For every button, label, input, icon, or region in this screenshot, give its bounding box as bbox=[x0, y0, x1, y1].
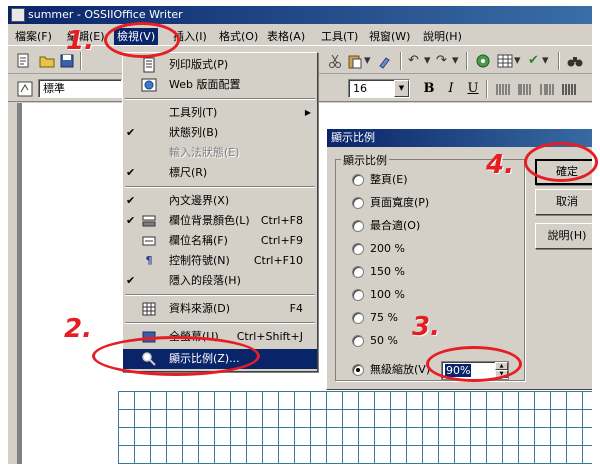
menu-field-shading[interactable]: ✔ 欄位背景顏色(L) Ctrl+F8 bbox=[123, 211, 317, 231]
paragraph-style-combo[interactable]: 標準 bbox=[38, 79, 122, 98]
page-grid bbox=[118, 391, 592, 464]
menu-ruler[interactable]: ✔ 標尺(R) bbox=[123, 163, 317, 183]
spellcheck-dropdown-icon[interactable]: ▾ bbox=[542, 52, 549, 70]
justify-icon[interactable] bbox=[560, 80, 578, 98]
annotation-circle-ok-button bbox=[524, 142, 598, 182]
submenu-arrow-icon: ▶ bbox=[304, 108, 311, 117]
data-source-icon bbox=[142, 302, 156, 316]
paste-icon[interactable] bbox=[346, 52, 364, 70]
menu-status-bar[interactable]: ✔ 狀態列(B) bbox=[123, 123, 317, 143]
menu-formatting-marks[interactable]: ¶ 控制符號(N) Ctrl+F10 bbox=[123, 251, 317, 271]
menu-separator bbox=[125, 98, 315, 100]
font-size-value: 16 bbox=[353, 82, 367, 95]
web-layout-icon bbox=[141, 78, 157, 92]
menu-bar: 檔案(F) 編輯(E) 檢視(V) 插入(I) 格式(O) 表格(A) 工具(T… bbox=[8, 26, 592, 46]
app-icon bbox=[11, 8, 25, 22]
menu-window[interactable]: 視窗(W) bbox=[366, 28, 413, 45]
italic-button[interactable]: I bbox=[442, 80, 460, 98]
menu-separator bbox=[125, 186, 315, 188]
view-menu-dropdown: 列印版式(P) Web 版面配置 工具列(T) ▶ ✔ 狀態列(B) 輸入法狀態… bbox=[122, 52, 318, 372]
font-size-combo[interactable]: 16 ▼ bbox=[348, 79, 410, 98]
radio-button[interactable] bbox=[352, 335, 364, 347]
undo-icon[interactable]: ↶ bbox=[408, 52, 419, 70]
checkmark-icon: ✔ bbox=[126, 166, 136, 179]
redo-icon[interactable]: ↷ bbox=[436, 52, 447, 70]
menu-text-boundaries[interactable]: ✔ 內文邊界(X) bbox=[123, 191, 317, 211]
menu-table[interactable]: 表格(A) bbox=[264, 28, 308, 45]
annotation-circle-zoom-value bbox=[426, 346, 522, 382]
navigator-icon[interactable] bbox=[474, 52, 492, 70]
menu-toolbars[interactable]: 工具列(T) ▶ bbox=[123, 103, 317, 123]
toolbar-separator bbox=[466, 52, 468, 70]
styles-icon[interactable] bbox=[16, 80, 34, 98]
radio-button[interactable] bbox=[352, 197, 364, 209]
find-binoculars-icon[interactable] bbox=[566, 52, 584, 70]
field-names-icon bbox=[142, 236, 156, 246]
redo-dropdown-icon[interactable]: ▾ bbox=[452, 52, 459, 70]
menu-input-method-status: 輸入法狀態(E) bbox=[169, 146, 240, 159]
menu-field-names[interactable]: 欄位名稱(F) Ctrl+F9 bbox=[123, 231, 317, 251]
annotation-circle-zoom-item bbox=[92, 336, 260, 376]
zoom-group-label: 顯示比例 bbox=[341, 152, 389, 168]
menu-data-sources[interactable]: 資料來源(D) F4 bbox=[123, 299, 317, 319]
menu-file[interactable]: 檔案(F) bbox=[12, 28, 55, 45]
toolbar-separator bbox=[558, 52, 560, 70]
pilcrow-icon: ¶ bbox=[145, 254, 153, 267]
menu-tools[interactable]: 工具(T) bbox=[318, 28, 361, 45]
checkmark-icon: ✔ bbox=[126, 274, 136, 287]
spellcheck-icon[interactable]: ✔ bbox=[528, 52, 539, 70]
insert-table-icon[interactable] bbox=[496, 52, 514, 70]
underline-button[interactable]: U bbox=[464, 80, 482, 98]
paste-dropdown-icon[interactable]: ▾ bbox=[364, 52, 371, 70]
menu-web-layout[interactable]: Web 版面配置 bbox=[123, 75, 317, 95]
open-folder-icon[interactable] bbox=[38, 52, 56, 70]
align-right-icon[interactable] bbox=[538, 80, 556, 98]
radio-button-selected[interactable] bbox=[352, 364, 364, 376]
align-left-icon[interactable] bbox=[494, 80, 512, 98]
annotation-circle-view-menu bbox=[104, 22, 180, 58]
annotation-step-1: 1. bbox=[66, 26, 94, 56]
new-document-icon[interactable] bbox=[14, 52, 32, 70]
print-layout-icon bbox=[143, 57, 155, 73]
radio-button[interactable] bbox=[352, 174, 364, 186]
menu-hidden-paragraphs[interactable]: ✔ 隱入的段落(H) bbox=[123, 271, 317, 291]
menu-format[interactable]: 格式(O) bbox=[216, 28, 261, 45]
annotation-step-2: 2. bbox=[64, 314, 92, 344]
menu-print-layout[interactable]: 列印版式(P) bbox=[123, 55, 317, 75]
undo-dropdown-icon[interactable]: ▾ bbox=[424, 52, 431, 70]
menu-help[interactable]: 說明(H) bbox=[420, 28, 465, 45]
annotation-step-3: 3. bbox=[412, 312, 440, 342]
table-dropdown-icon[interactable]: ▾ bbox=[514, 52, 521, 70]
vertical-ruler bbox=[8, 103, 18, 464]
format-paintbrush-icon[interactable] bbox=[376, 52, 394, 70]
writer-window: summer - OSSIIOffice Writer 檔案(F) 編輯(E) … bbox=[8, 6, 592, 464]
cut-icon[interactable] bbox=[326, 52, 344, 70]
menu-separator bbox=[125, 322, 315, 324]
window-title: summer - OSSIIOffice Writer bbox=[28, 8, 183, 21]
paragraph-style-value: 標準 bbox=[43, 82, 65, 95]
menu-separator bbox=[125, 294, 315, 296]
field-shading-icon bbox=[142, 215, 156, 227]
radio-button[interactable] bbox=[352, 220, 364, 232]
checkmark-icon: ✔ bbox=[126, 126, 136, 139]
annotation-step-4: 4. bbox=[486, 150, 514, 180]
radio-button[interactable] bbox=[352, 266, 364, 278]
font-size-dropdown-icon[interactable]: ▼ bbox=[394, 80, 409, 97]
checkmark-icon: ✔ bbox=[126, 194, 136, 207]
radio-button[interactable] bbox=[352, 312, 364, 324]
help-button[interactable]: 說明(H) bbox=[535, 223, 592, 249]
title-bar: summer - OSSIIOffice Writer bbox=[8, 6, 592, 24]
bold-button[interactable]: B bbox=[420, 80, 438, 98]
toolbar-separator bbox=[486, 80, 488, 98]
radio-button[interactable] bbox=[352, 243, 364, 255]
align-center-icon[interactable] bbox=[516, 80, 534, 98]
radio-button[interactable] bbox=[352, 289, 364, 301]
toolbar-separator bbox=[400, 52, 402, 70]
checkmark-icon: ✔ bbox=[126, 214, 136, 227]
cancel-button[interactable]: 取消 bbox=[535, 189, 592, 215]
